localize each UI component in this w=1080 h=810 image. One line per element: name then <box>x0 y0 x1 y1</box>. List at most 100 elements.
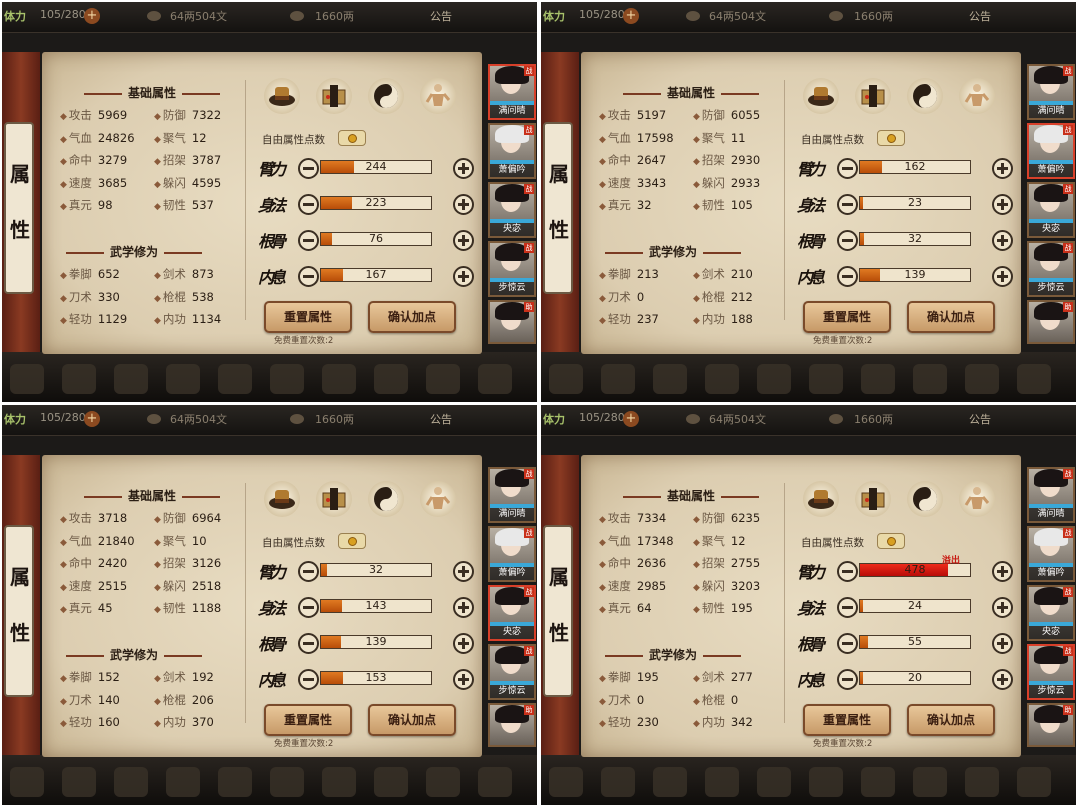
bottom-nav-item[interactable] <box>166 364 200 394</box>
bottom-nav-item[interactable] <box>757 767 791 797</box>
bottom-nav-item[interactable] <box>478 767 512 797</box>
notice-button[interactable]: 公告 <box>969 411 991 427</box>
bottom-nav-item[interactable] <box>913 364 947 394</box>
hero-portrait[interactable]: 战满问晴 <box>1027 64 1075 120</box>
confirm-points-button[interactable]: 确认加点 <box>907 301 995 333</box>
bottom-nav-item[interactable] <box>757 364 791 394</box>
decrease-button[interactable] <box>837 194 858 215</box>
body-icon[interactable] <box>959 78 995 114</box>
notice-button[interactable]: 公告 <box>969 8 991 24</box>
reset-attributes-button[interactable]: 重置属性 <box>803 704 891 736</box>
hero-portrait[interactable]: 战萧偏吟 <box>1027 526 1075 582</box>
bottom-nav-item[interactable] <box>166 767 200 797</box>
increase-button[interactable] <box>992 561 1013 582</box>
tab-attributes[interactable]: 属性 <box>543 122 573 294</box>
decrease-button[interactable] <box>837 633 858 654</box>
reset-attributes-button[interactable]: 重置属性 <box>264 704 352 736</box>
hero-portrait[interactable]: 战满问晴 <box>1027 467 1075 523</box>
increase-button[interactable] <box>453 194 474 215</box>
add-stamina-button[interactable]: + <box>84 411 100 427</box>
increase-button[interactable] <box>992 158 1013 179</box>
tab-attributes[interactable]: 属性 <box>543 525 573 697</box>
increase-button[interactable] <box>453 266 474 287</box>
bottom-nav-item[interactable] <box>374 364 408 394</box>
decrease-button[interactable] <box>837 230 858 251</box>
confirm-points-button[interactable]: 确认加点 <box>907 704 995 736</box>
bottom-nav-item[interactable] <box>809 364 843 394</box>
hero-portrait[interactable]: 战步惊云 <box>488 644 536 700</box>
increase-button[interactable] <box>992 266 1013 287</box>
bottom-nav-item[interactable] <box>426 364 460 394</box>
free-points-coin-button[interactable] <box>338 130 366 146</box>
bottom-nav-item[interactable] <box>861 364 895 394</box>
decrease-button[interactable] <box>298 230 319 251</box>
bottom-nav-item[interactable] <box>322 364 356 394</box>
bottom-nav-item[interactable] <box>1017 767 1051 797</box>
hero-portrait[interactable]: 战萧偏吟 <box>488 123 536 179</box>
hero-portrait[interactable]: 战萧偏吟 <box>1027 123 1075 179</box>
bottom-nav-item[interactable] <box>218 767 252 797</box>
notice-button[interactable]: 公告 <box>430 8 452 24</box>
increase-button[interactable] <box>453 597 474 618</box>
bottom-nav-item[interactable] <box>114 364 148 394</box>
bottom-nav-item[interactable] <box>601 767 635 797</box>
manual-icon[interactable] <box>316 481 352 517</box>
hero-portrait[interactable]: 战央宓 <box>488 182 536 238</box>
decrease-button[interactable] <box>837 561 858 582</box>
hero-portrait[interactable]: 战步惊云 <box>1027 644 1075 700</box>
taiji-icon[interactable] <box>368 78 404 114</box>
bottom-nav-item[interactable] <box>478 364 512 394</box>
reset-attributes-button[interactable]: 重置属性 <box>803 301 891 333</box>
bottom-nav-item[interactable] <box>62 767 96 797</box>
increase-button[interactable] <box>992 194 1013 215</box>
free-points-coin-button[interactable] <box>877 130 905 146</box>
bottom-nav-item[interactable] <box>601 364 635 394</box>
notice-button[interactable]: 公告 <box>430 411 452 427</box>
hero-portrait[interactable]: 战步惊云 <box>1027 241 1075 297</box>
increase-button[interactable] <box>453 230 474 251</box>
bottom-nav-item[interactable] <box>374 767 408 797</box>
hero-portrait[interactable]: 助 <box>1027 300 1075 344</box>
decrease-button[interactable] <box>837 597 858 618</box>
increase-button[interactable] <box>453 669 474 690</box>
bottom-nav-item[interactable] <box>653 364 687 394</box>
bottom-nav-item[interactable] <box>114 767 148 797</box>
hero-portrait[interactable]: 战步惊云 <box>488 241 536 297</box>
bottom-nav-item[interactable] <box>809 767 843 797</box>
hero-portrait[interactable]: 战萧偏吟 <box>488 526 536 582</box>
hat-icon[interactable] <box>803 481 839 517</box>
increase-button[interactable] <box>992 669 1013 690</box>
bottom-nav-item[interactable] <box>913 767 947 797</box>
bottom-nav-item[interactable] <box>62 364 96 394</box>
bottom-nav-item[interactable] <box>861 767 895 797</box>
bottom-nav-item[interactable] <box>705 767 739 797</box>
tab-attributes[interactable]: 属性 <box>4 122 34 294</box>
tab-attributes[interactable]: 属性 <box>4 525 34 697</box>
bottom-nav-item[interactable] <box>965 364 999 394</box>
bottom-nav-item[interactable] <box>705 364 739 394</box>
add-stamina-button[interactable]: + <box>84 8 100 24</box>
increase-button[interactable] <box>453 158 474 179</box>
bottom-nav-item[interactable] <box>322 767 356 797</box>
increase-button[interactable] <box>992 633 1013 654</box>
increase-button[interactable] <box>453 561 474 582</box>
hero-portrait[interactable]: 助 <box>488 703 536 747</box>
bottom-nav-item[interactable] <box>549 364 583 394</box>
increase-button[interactable] <box>992 597 1013 618</box>
manual-icon[interactable] <box>855 78 891 114</box>
hat-icon[interactable] <box>803 78 839 114</box>
decrease-button[interactable] <box>298 266 319 287</box>
taiji-icon[interactable] <box>907 481 943 517</box>
hero-portrait[interactable]: 战央宓 <box>488 585 536 641</box>
decrease-button[interactable] <box>837 266 858 287</box>
decrease-button[interactable] <box>298 158 319 179</box>
hero-portrait[interactable]: 战满问晴 <box>488 64 536 120</box>
decrease-button[interactable] <box>298 561 319 582</box>
decrease-button[interactable] <box>298 194 319 215</box>
manual-icon[interactable] <box>316 78 352 114</box>
hero-portrait[interactable]: 战满问晴 <box>488 467 536 523</box>
bottom-nav-item[interactable] <box>270 364 304 394</box>
taiji-icon[interactable] <box>907 78 943 114</box>
body-icon[interactable] <box>959 481 995 517</box>
hat-icon[interactable] <box>264 481 300 517</box>
